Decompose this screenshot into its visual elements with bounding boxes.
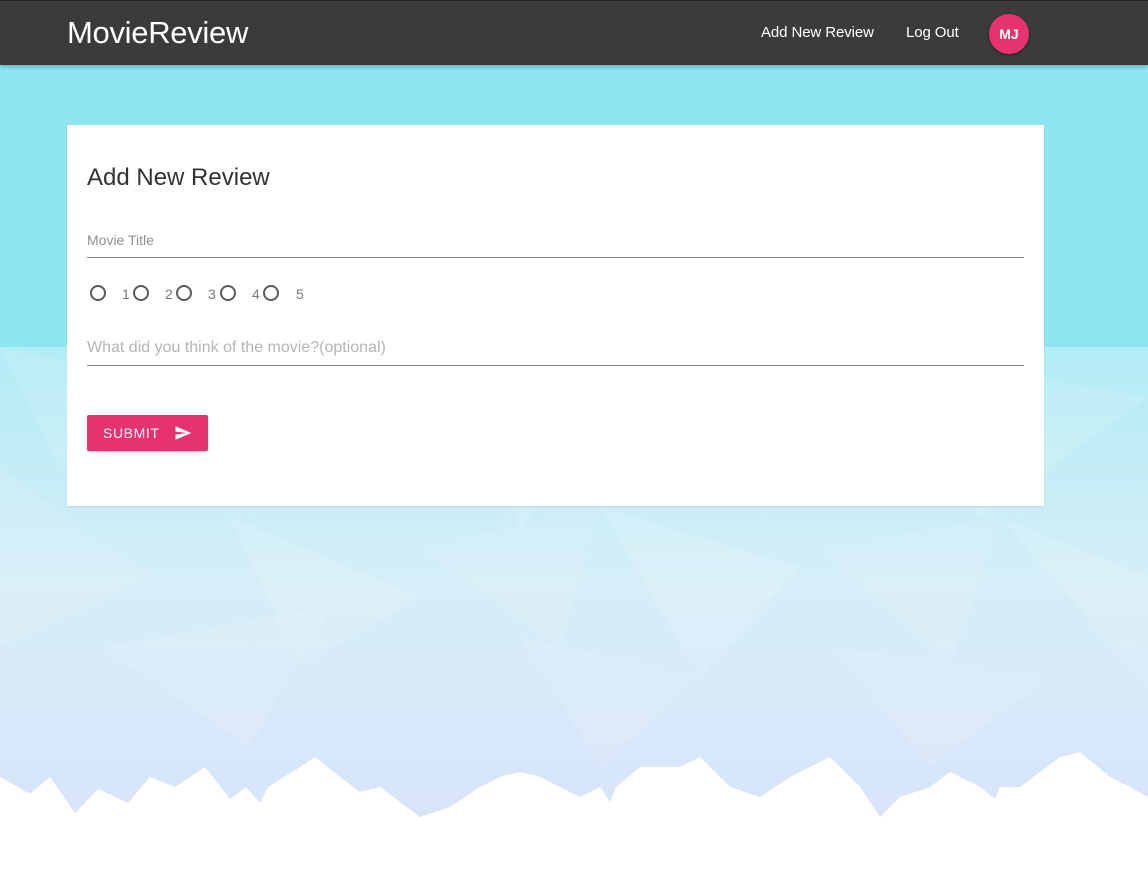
rating-radio-3[interactable] [176,285,192,301]
add-review-card: Add New Review 1 2 3 4 5 SUBMIT [67,125,1044,506]
rating-label-2: 2 [165,286,173,302]
rating-radio-4[interactable] [220,285,236,301]
submit-label: SUBMIT [103,425,160,441]
movie-title-input[interactable] [87,223,1024,258]
rating-label-4: 4 [252,286,260,302]
rating-label-5: 5 [296,286,304,302]
nav-logout-link[interactable]: Log Out [906,23,959,43]
page-title: Add New Review [87,164,270,191]
nav-add-review-link[interactable]: Add New Review [761,23,874,43]
rating-label-3: 3 [208,286,216,302]
rating-radio-2[interactable] [133,285,149,301]
page: MovieReview Add New Review Log Out MJ Ad… [0,0,1148,873]
send-icon [175,426,192,440]
user-avatar[interactable]: MJ [989,14,1029,54]
rating-radio-1[interactable] [90,285,106,301]
brand-logo[interactable]: MovieReview [67,13,248,53]
rating-radio-5[interactable] [263,285,279,301]
submit-button[interactable]: SUBMIT [87,415,208,451]
rating-label-1: 1 [122,286,130,302]
top-navbar: MovieReview Add New Review Log Out MJ [0,0,1148,65]
review-comment-input[interactable] [87,331,1024,366]
